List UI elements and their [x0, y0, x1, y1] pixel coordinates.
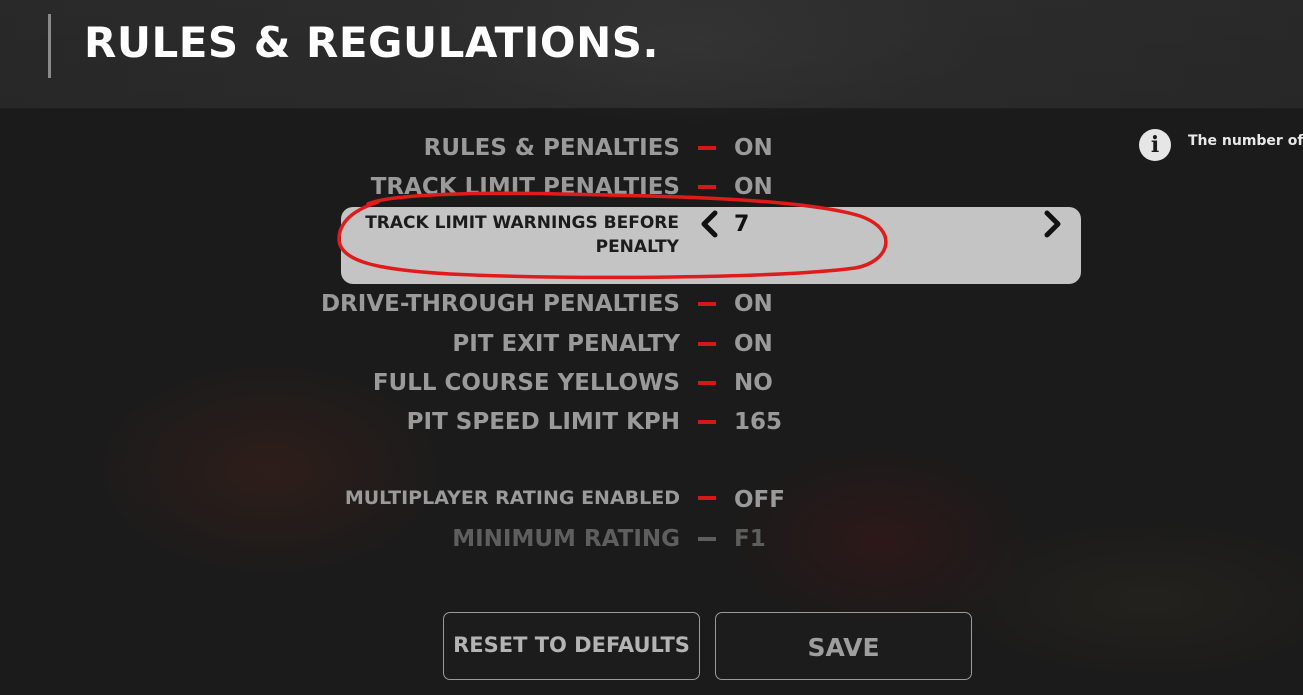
- setting-value: ON: [734, 291, 773, 317]
- setting-value: F1: [734, 526, 766, 552]
- setting-row-full-course-yellows[interactable]: FULL COURSE YELLOWS NO: [0, 366, 1303, 400]
- setting-label: MINIMUM RATING: [452, 526, 680, 552]
- setting-dash: [698, 381, 716, 385]
- setting-row-track-limit-penalties[interactable]: TRACK LIMIT PENALTIES ON: [0, 170, 1303, 204]
- setting-row-drive-through-penalties[interactable]: DRIVE-THROUGH PENALTIES ON: [0, 287, 1303, 321]
- info-text: The number of will be issued drive-throu…: [1188, 133, 1303, 149]
- setting-label: TRACK LIMIT WARNINGS BEFORE PENALTY: [365, 213, 679, 257]
- header-divider: [48, 14, 51, 78]
- setting-label: FULL COURSE YELLOWS: [372, 370, 680, 396]
- setting-row-rules-penalties[interactable]: RULES & PENALTIES ON: [0, 131, 1303, 165]
- setting-label: DRIVE-THROUGH PENALTIES: [320, 291, 680, 317]
- setting-value: ON: [734, 331, 773, 357]
- chevron-right-icon[interactable]: [1039, 209, 1065, 239]
- setting-label: RULES & PENALTIES: [423, 135, 680, 161]
- setting-dash: [698, 420, 716, 424]
- setting-label: TRACK LIMIT PENALTIES: [370, 174, 680, 200]
- setting-dash: [698, 302, 716, 306]
- setting-label: PIT SPEED LIMIT KPH: [406, 409, 680, 435]
- chevron-left-icon[interactable]: [697, 209, 723, 239]
- setting-dash: [698, 496, 716, 500]
- setting-row-pit-exit-penalty[interactable]: PIT EXIT PENALTY ON: [0, 327, 1303, 361]
- setting-row-multiplayer-rating[interactable]: MULTIPLAYER RATING ENABLED OFF: [0, 481, 1303, 515]
- setting-row-pit-speed-limit[interactable]: PIT SPEED LIMIT KPH 165: [0, 405, 1303, 439]
- setting-row-track-limit-warnings[interactable]: TRACK LIMIT WARNINGS BEFORE PENALTY 7: [341, 207, 1081, 284]
- setting-row-minimum-rating: MINIMUM RATING F1: [0, 522, 1303, 556]
- setting-label: PIT EXIT PENALTY: [452, 331, 680, 357]
- setting-value: 165: [734, 409, 783, 435]
- setting-value: NO: [734, 370, 773, 396]
- setting-dash: [698, 537, 716, 541]
- setting-dash: [698, 146, 716, 150]
- setting-value: ON: [734, 174, 773, 200]
- setting-value: ON: [734, 135, 773, 161]
- setting-dash: [698, 185, 716, 189]
- page-title: RULES & REGULATIONS.: [84, 18, 659, 67]
- setting-value: OFF: [734, 487, 785, 513]
- game-settings-screen: RULES & REGULATIONS. RULES & PENALTIES O…: [0, 0, 1303, 695]
- info-icon: i: [1139, 129, 1171, 161]
- reset-to-defaults-button[interactable]: RESET TO DEFAULTS: [443, 612, 700, 680]
- setting-dash: [698, 342, 716, 346]
- save-button[interactable]: SAVE: [715, 612, 972, 680]
- setting-label: MULTIPLAYER RATING ENABLED: [344, 487, 680, 509]
- setting-value: 7: [734, 212, 750, 237]
